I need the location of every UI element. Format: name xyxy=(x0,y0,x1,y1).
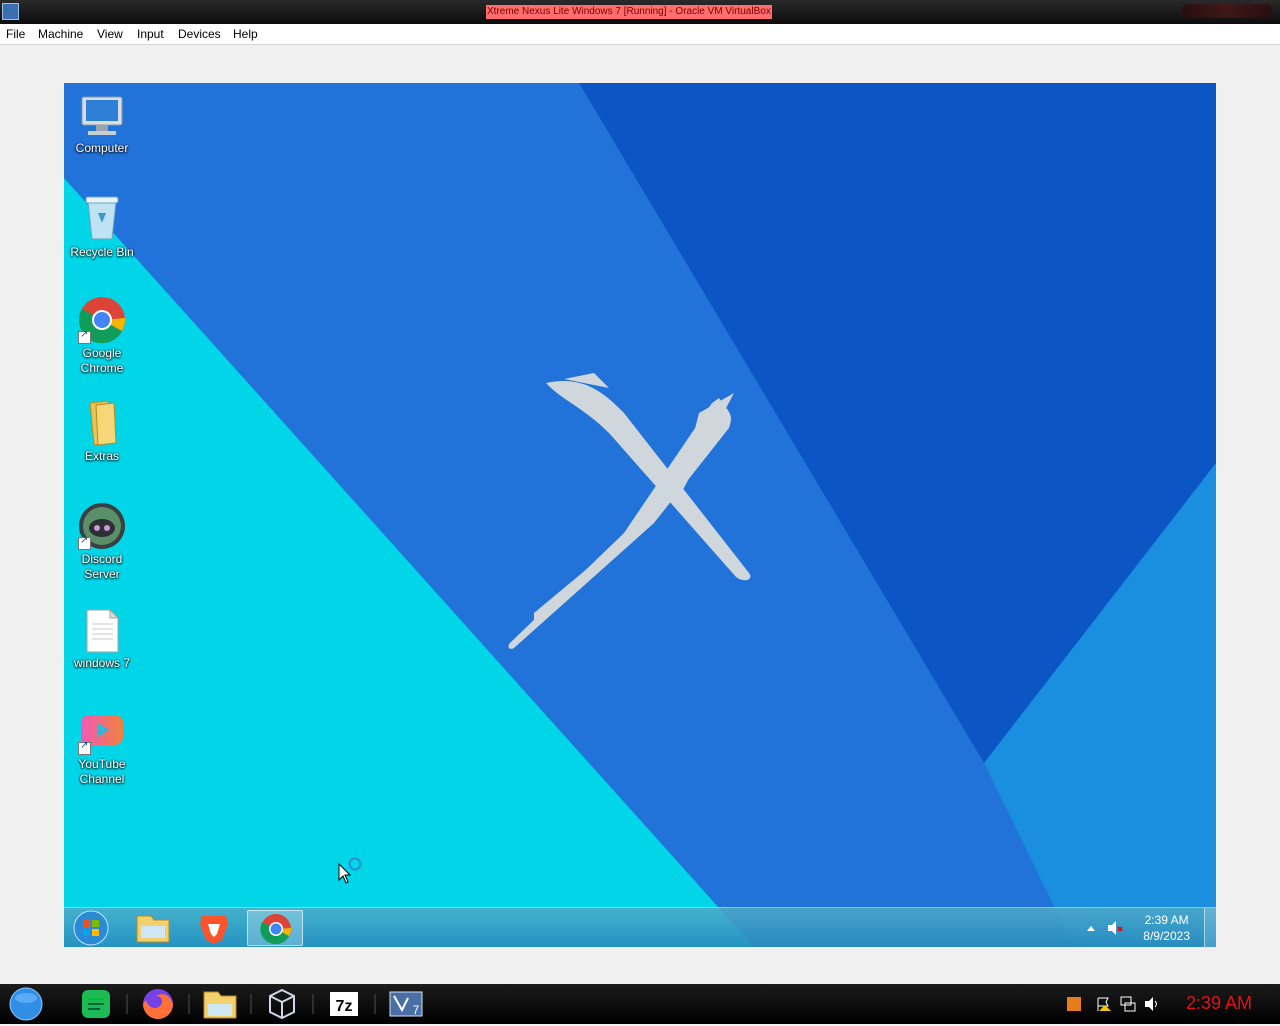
guest-time: 2:39 AM xyxy=(1144,913,1189,927)
vm-screen[interactable]: Computer Recycle Bin Google Chrome xyxy=(64,83,1216,947)
host-clock[interactable]: 2:39 AM xyxy=(1186,993,1252,1014)
guest-date: 8/9/2023 xyxy=(1143,929,1190,943)
start-orb-icon xyxy=(9,987,43,1021)
desktop-icon-recycle-bin[interactable]: Recycle Bin xyxy=(64,193,140,260)
desktop-icon-google-chrome[interactable]: Google Chrome xyxy=(64,296,140,376)
desktop-icon-computer[interactable]: Computer xyxy=(64,93,140,156)
desktop-icon-label: Computer xyxy=(75,141,129,155)
window-title: Xtreme Nexus Lite Windows 7 [Running] - … xyxy=(486,5,772,19)
menu-view[interactable]: View xyxy=(97,27,123,41)
chrome-icon xyxy=(260,914,292,945)
firefox-icon xyxy=(143,989,173,1019)
menu-input[interactable]: Input xyxy=(137,27,164,41)
desktop-icon-label: Recycle Bin xyxy=(70,245,134,259)
window-controls[interactable] xyxy=(1182,4,1272,18)
file-explorer-icon xyxy=(203,991,237,1019)
shortcut-arrow-icon xyxy=(78,740,91,755)
virtualbox-vm-icon: 7 xyxy=(389,991,423,1017)
show-desktop-button[interactable] xyxy=(1204,908,1216,947)
brave-icon xyxy=(200,916,228,944)
file-explorer-icon xyxy=(136,915,170,943)
host-taskbar-notes[interactable] xyxy=(68,986,128,1022)
host-start-button[interactable] xyxy=(0,986,56,1022)
virtualbox-icon[interactable] xyxy=(2,3,19,20)
desktop-icon-label: windows 7 xyxy=(73,656,131,670)
menu-help[interactable]: Help xyxy=(233,27,258,41)
menu-file[interactable]: File xyxy=(6,27,25,41)
taskbar-file-explorer[interactable] xyxy=(125,910,181,946)
shortcut-arrow-icon xyxy=(78,329,91,344)
text-file-icon xyxy=(86,608,120,653)
action-center-icon[interactable] xyxy=(1096,996,1112,1016)
app-tray-icon[interactable] xyxy=(1066,996,1082,1016)
computer-icon xyxy=(81,96,123,135)
host-taskbar-vm-window[interactable]: 7 xyxy=(378,986,434,1022)
show-hidden-icons[interactable] xyxy=(1086,920,1096,939)
desktop-icon-label: YouTube Channel xyxy=(78,757,126,786)
guest-clock[interactable]: 2:39 AM 8/9/2023 xyxy=(1143,912,1190,944)
host-taskbar-firefox[interactable] xyxy=(130,986,190,1022)
menu-devices[interactable]: Devices xyxy=(178,27,221,41)
menu-machine[interactable]: Machine xyxy=(38,27,83,41)
mouse-cursor xyxy=(338,857,362,884)
host-taskbar-7zip[interactable]: 7z xyxy=(316,986,376,1022)
desktop-icon-youtube-channel[interactable]: YouTube Channel xyxy=(64,711,140,787)
desktop-icon-label: Google Chrome xyxy=(80,346,124,375)
menubar: File Machine View Input Devices Help xyxy=(0,24,1280,45)
svg-text:7z: 7z xyxy=(336,998,353,1015)
desktop-icon-extras[interactable]: Extras xyxy=(64,399,140,464)
start-button[interactable] xyxy=(64,910,120,946)
taskbar-chrome[interactable] xyxy=(247,910,303,946)
folder-icon xyxy=(89,400,117,446)
volume-icon[interactable] xyxy=(1144,996,1160,1016)
host-taskbar: 7z 7 2:39 AM xyxy=(0,984,1280,1024)
notes-icon xyxy=(82,990,110,1018)
windows-orb-icon xyxy=(73,910,109,946)
svg-text:7: 7 xyxy=(413,1003,420,1017)
network-icon[interactable] xyxy=(1120,996,1136,1016)
desktop-icon-label: Extras xyxy=(84,449,119,463)
taskbar-brave[interactable] xyxy=(186,910,242,946)
virtualbox-cube-icon xyxy=(269,988,295,1020)
recycle-bin-icon xyxy=(85,196,119,240)
volume-muted-icon[interactable] xyxy=(1106,919,1124,941)
host-taskbar-file-explorer[interactable] xyxy=(192,986,252,1022)
desktop-wallpaper xyxy=(64,83,1216,947)
desktop-icon-label: Discord Server xyxy=(81,552,123,581)
chevron-up-icon xyxy=(1087,926,1095,931)
host-taskbar-virtualbox[interactable] xyxy=(254,986,314,1022)
shortcut-arrow-icon xyxy=(78,535,91,550)
desktop-icon-discord-server[interactable]: Discord Server xyxy=(64,502,140,582)
desktop-icon-windows-7[interactable]: windows 7 xyxy=(64,608,140,671)
guest-taskbar: 2:39 AM 8/9/2023 xyxy=(64,907,1216,947)
7zip-icon: 7z xyxy=(330,992,358,1016)
host-titlebar: Xtreme Nexus Lite Windows 7 [Running] - … xyxy=(0,0,1280,24)
